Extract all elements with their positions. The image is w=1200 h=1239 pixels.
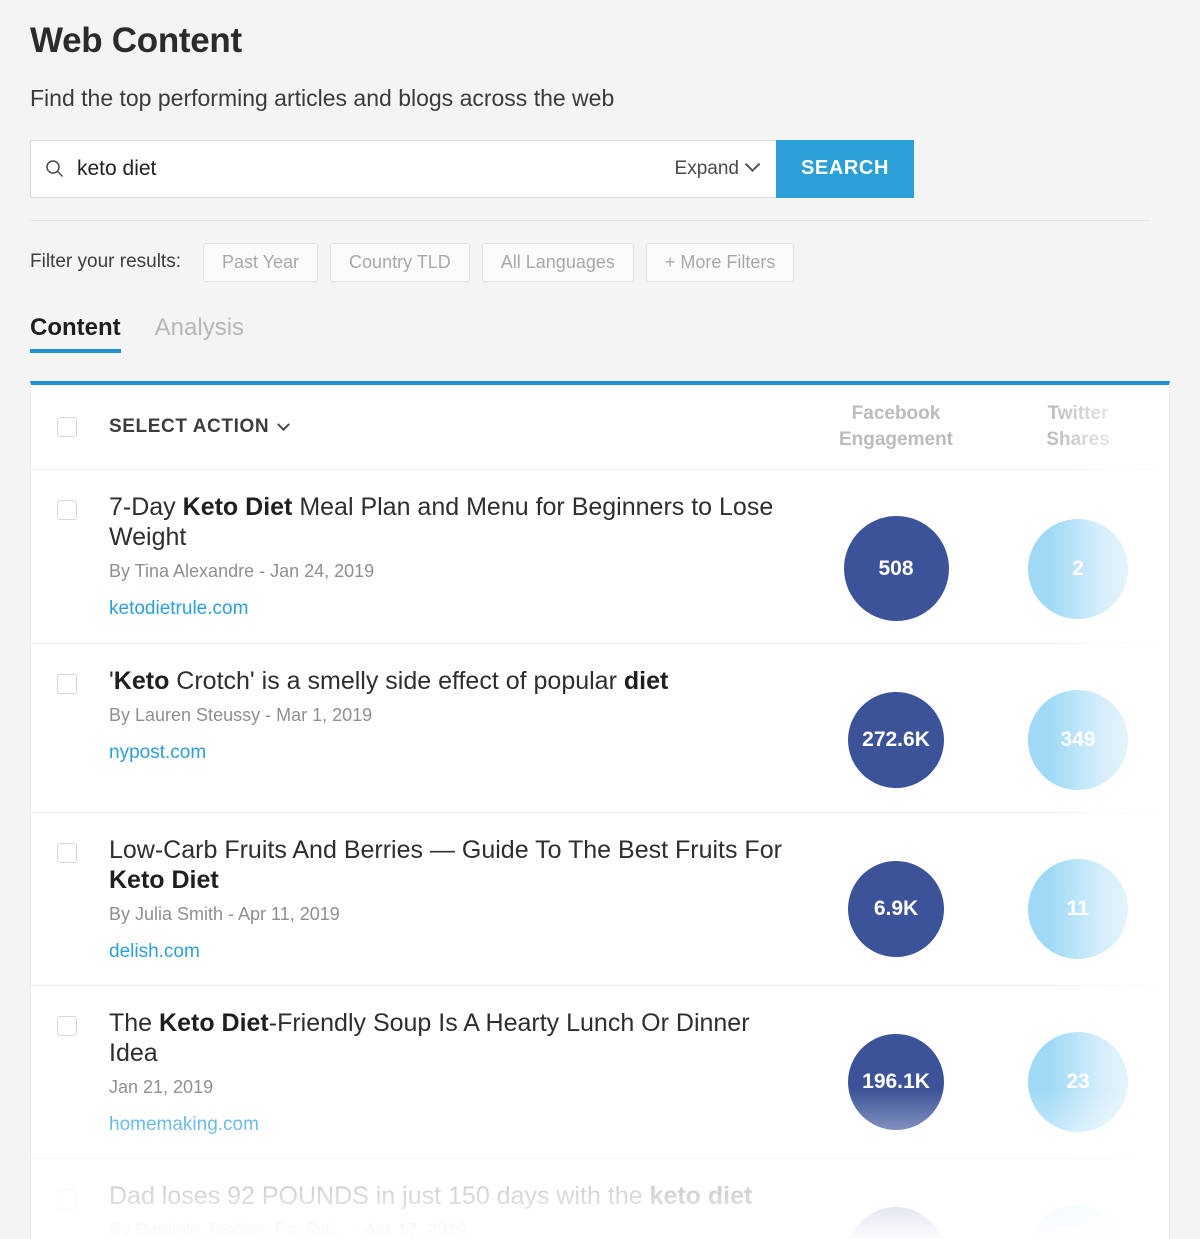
column-header-line1: Facebook <box>851 403 941 425</box>
page-title: Web Content <box>30 21 242 60</box>
twitter-shares-bubble-cell: 11 <box>987 835 1169 959</box>
twitter-shares-bubble: 349 <box>1028 690 1128 790</box>
twitter-shares-bubble: 2 <box>1028 518 1128 619</box>
row-domain-link[interactable]: delish.com <box>109 941 805 963</box>
row-metrics: 169.2K 107 <box>805 1181 1169 1239</box>
row-metrics: 196.1K 23 <box>805 1008 1169 1132</box>
column-header-facebook-engagement[interactable]: Facebook Engagement <box>805 401 987 452</box>
row-content: 7-Day Keto Diet Meal Plan and Menu for B… <box>109 492 805 620</box>
row-checkbox[interactable] <box>57 1189 77 1209</box>
chevron-down-icon <box>744 156 761 173</box>
tab-analysis[interactable]: Analysis <box>155 314 244 353</box>
chevron-down-icon <box>277 417 291 431</box>
filter-label: Filter your results: <box>30 251 181 272</box>
table-row[interactable]: 7-Day Keto Diet Meal Plan and Menu for B… <box>31 470 1169 644</box>
table-header: SELECT ACTION Facebook Engagement Twitte… <box>31 385 1169 470</box>
row-title[interactable]: Dad loses 92 POUNDS in just 150 days wit… <box>109 1181 805 1211</box>
search-icon <box>31 141 77 197</box>
row-checkbox[interactable] <box>57 843 77 863</box>
filter-past-year[interactable]: Past Year <box>202 242 319 282</box>
twitter-shares-bubble-cell: 107 <box>987 1181 1169 1239</box>
filter-divider <box>30 219 1150 221</box>
table-row[interactable]: Low-Carb Fruits And Berries — Guide To T… <box>31 813 1169 986</box>
twitter-shares-bubble: 107 <box>1028 1205 1128 1239</box>
facebook-engagement-bubble: 272.6K <box>848 692 944 788</box>
filter-row: Filter your results: Past Year Country T… <box>30 242 1200 282</box>
row-checkbox[interactable] <box>57 674 77 694</box>
row-byline: By Tina Alexandre - Jan 24, 2019 <box>109 561 375 581</box>
select-all-checkbox[interactable] <box>57 417 77 437</box>
results-card: SELECT ACTION Facebook Engagement Twitte… <box>30 381 1170 1239</box>
facebook-engagement-bubble-cell: 169.2K <box>805 1181 987 1239</box>
column-header-line2: Shares <box>1046 429 1110 450</box>
facebook-engagement-bubble-cell: 6.9K <box>805 835 987 959</box>
tab-content[interactable]: Content <box>30 314 121 353</box>
facebook-engagement-bubble: 508 <box>843 516 949 621</box>
results-list: 7-Day Keto Diet Meal Plan and Menu for B… <box>31 470 1169 1239</box>
facebook-engagement-bubble: 169.2K <box>848 1207 944 1239</box>
row-title[interactable]: The Keto Diet-Friendly Soup Is A Hearty … <box>109 1008 805 1068</box>
facebook-engagement-bubble-cell: 508 <box>805 492 987 621</box>
table-row[interactable]: 'Keto Crotch' is a smelly side effect of… <box>31 644 1169 813</box>
page-header: Web Content Find the top performing arti… <box>0 0 1200 112</box>
row-checkbox[interactable] <box>57 1016 77 1036</box>
filter-more-filters[interactable]: + More Filters <box>645 242 795 282</box>
row-title[interactable]: 7-Day Keto Diet Meal Plan and Menu for B… <box>109 492 805 552</box>
filter-all-languages[interactable]: All Languages <box>481 242 634 282</box>
tab-bar: Content Analysis <box>30 314 1200 353</box>
twitter-shares-bubble: 23 <box>1028 1032 1128 1132</box>
table-row[interactable]: Dad loses 92 POUNDS in just 150 days wit… <box>31 1159 1169 1239</box>
twitter-shares-bubble-cell: 23 <box>987 1008 1169 1132</box>
page-subtitle: Find the top performing articles and blo… <box>30 84 615 111</box>
row-byline: By Julia Smith - Apr 11, 2019 <box>109 904 340 924</box>
row-content: Dad loses 92 POUNDS in just 150 days wit… <box>109 1181 805 1239</box>
select-action-dropdown[interactable]: SELECT ACTION <box>109 416 291 438</box>
table-row[interactable]: The Keto Diet-Friendly Soup Is A Hearty … <box>31 986 1169 1159</box>
row-metrics: 508 2 <box>805 492 1169 621</box>
filter-country-tld[interactable]: Country TLD <box>330 242 470 282</box>
row-domain-link[interactable]: ketodietrule.com <box>109 598 805 620</box>
search-input[interactable] <box>77 140 657 197</box>
search-button[interactable]: SEARCH <box>776 139 914 198</box>
expand-button[interactable]: Expand <box>657 141 776 197</box>
expand-label: Expand <box>674 157 739 179</box>
column-header-line2: Engagement <box>838 429 954 450</box>
facebook-engagement-bubble-cell: 272.6K <box>805 666 987 790</box>
column-header-twitter-shares[interactable]: Twitter Shares <box>987 401 1169 452</box>
row-content: Low-Carb Fruits And Berries — Guide To T… <box>109 835 805 963</box>
row-byline: Jan 21, 2019 <box>109 1077 214 1097</box>
row-byline: By Lauren Steussy - Mar 1, 2019 <box>109 705 373 725</box>
row-domain-link[interactable]: homemaking.com <box>109 1114 805 1136</box>
row-content: 'Keto Crotch' is a smelly side effect of… <box>109 666 805 764</box>
row-domain-link[interactable]: nypost.com <box>109 742 805 764</box>
twitter-shares-bubble-cell: 2 <box>987 492 1169 621</box>
search-bar: Expand SEARCH <box>30 139 914 198</box>
select-action-label: SELECT ACTION <box>109 416 270 437</box>
row-title[interactable]: 'Keto Crotch' is a smelly side effect of… <box>109 666 805 696</box>
facebook-engagement-bubble: 6.9K <box>848 861 944 957</box>
row-title[interactable]: Low-Carb Fruits And Berries — Guide To T… <box>109 835 805 895</box>
facebook-engagement-bubble: 196.1K <box>848 1034 944 1130</box>
twitter-shares-bubble-cell: 349 <box>987 666 1169 790</box>
row-checkbox[interactable] <box>57 500 77 520</box>
column-header-line1: Twitter <box>1047 403 1109 425</box>
facebook-engagement-bubble-cell: 196.1K <box>805 1008 987 1132</box>
row-metrics: 6.9K 11 <box>805 835 1169 959</box>
twitter-shares-bubble: 11 <box>1028 859 1128 959</box>
row-byline: By Danielle Zoellner For Dai... - Apr 17… <box>109 1220 468 1239</box>
row-content: The Keto Diet-Friendly Soup Is A Hearty … <box>109 1008 805 1136</box>
row-metrics: 272.6K 349 <box>805 666 1169 790</box>
